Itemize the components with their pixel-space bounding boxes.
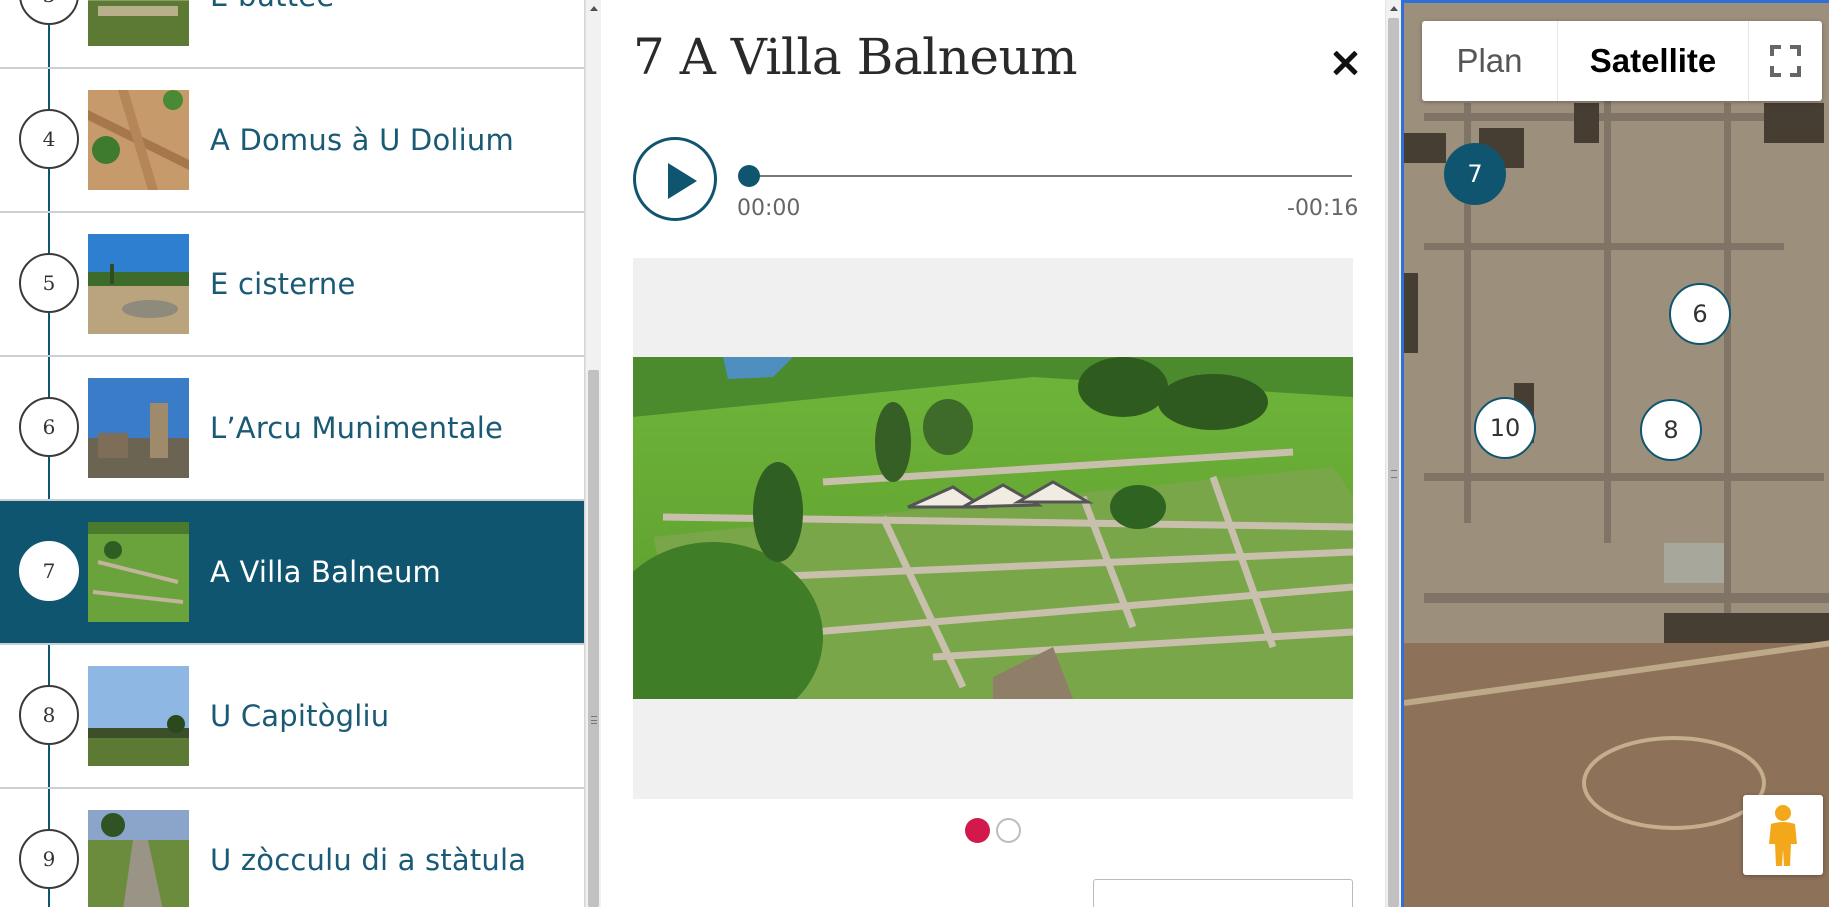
audio-elapsed-time: 00:00 — [737, 196, 801, 221]
stop-thumbnail — [88, 666, 189, 766]
audio-progress-track[interactable] — [741, 175, 1352, 177]
scroll-grip-icon — [1391, 470, 1397, 478]
street-view-pegman-icon[interactable] — [1743, 795, 1823, 875]
stop-thumbnail — [88, 378, 189, 478]
stop-row-9[interactable]: 9 U zòcculu di a stàtula — [0, 789, 584, 907]
gallery-dot-2[interactable] — [996, 818, 1021, 843]
stop-thumbnail — [88, 90, 189, 190]
audio-progress-knob[interactable] — [738, 165, 760, 187]
stop-row-6[interactable]: 6 L’Arcu Munimentale — [0, 357, 584, 501]
detail-scrollbar[interactable] — [1385, 0, 1401, 907]
stop-number-badge: 5 — [19, 253, 79, 313]
stop-label: L’Arcu Munimentale — [210, 411, 503, 445]
map-type-plan-button[interactable]: Plan — [1422, 21, 1558, 101]
fullscreen-icon[interactable] — [1748, 21, 1822, 101]
scroll-up-arrow-icon[interactable] — [1390, 6, 1398, 11]
map-marker-8[interactable]: 8 — [1640, 399, 1702, 461]
map-marker-10[interactable]: 10 — [1474, 397, 1536, 459]
list-scrollbar[interactable] — [585, 0, 601, 907]
stop-label: A Domus à U Dolium — [210, 123, 514, 157]
stop-number-badge: 7 — [19, 541, 79, 601]
stop-number-badge: 8 — [19, 685, 79, 745]
scroll-up-arrow-icon[interactable] — [590, 6, 598, 11]
detail-panel: 7 A Villa Balneum 00:00 -00:16 — [601, 0, 1385, 907]
stop-row-8[interactable]: 8 U Capitògliu — [0, 645, 584, 789]
gallery-photo — [633, 357, 1353, 699]
stop-label: E cisterne — [210, 267, 356, 301]
stop-label: U zòcculu di a stàtula — [210, 843, 527, 877]
stop-row-3[interactable]: 3 E buttee — [0, 0, 584, 69]
scroll-grip-icon — [591, 716, 597, 724]
map-marker-6[interactable]: 6 — [1669, 283, 1731, 345]
stop-row-4[interactable]: 4 A Domus à U Dolium — [0, 69, 584, 213]
stop-label: E buttee — [210, 0, 334, 13]
satellite-imagery — [1404, 3, 1829, 907]
scroll-thumb[interactable] — [1388, 18, 1399, 907]
photo-gallery[interactable] — [633, 258, 1353, 799]
partial-button[interactable] — [1093, 879, 1353, 907]
map-type-satellite-button[interactable]: Satellite — [1558, 21, 1748, 101]
play-icon — [668, 163, 697, 199]
stop-number-badge: 6 — [19, 397, 79, 457]
stop-number-badge: 3 — [19, 0, 79, 25]
stop-thumbnail — [88, 234, 189, 334]
stop-number-badge: 4 — [19, 109, 79, 169]
map-type-control: Plan Satellite — [1422, 21, 1822, 101]
audio-remaining-time: -00:16 — [1287, 196, 1359, 221]
map-marker-7[interactable]: 7 — [1444, 143, 1506, 205]
stop-list: 3 E buttee 4 A Domus à U Dolium 5 E cist… — [0, 0, 585, 907]
stop-thumbnail — [88, 810, 189, 907]
gallery-dot-1[interactable] — [965, 818, 990, 843]
play-button[interactable] — [633, 137, 717, 221]
stop-number-badge: 9 — [19, 829, 79, 889]
app-root: 3 E buttee 4 A Domus à U Dolium 5 E cist… — [0, 0, 1829, 907]
stop-thumbnail — [88, 0, 189, 46]
gallery-pagination — [965, 818, 1021, 843]
stop-label: U Capitògliu — [210, 699, 390, 733]
satellite-map[interactable]: Plan Satellite 7 6 10 8 — [1401, 0, 1829, 907]
stop-row-7[interactable]: 7 A Villa Balneum — [0, 501, 584, 645]
close-icon[interactable] — [1329, 46, 1363, 80]
stop-thumbnail — [88, 522, 189, 622]
stop-row-5[interactable]: 5 E cisterne — [0, 213, 584, 357]
stop-label: A Villa Balneum — [210, 555, 441, 589]
detail-title: 7 A Villa Balneum — [633, 28, 1078, 86]
scroll-thumb[interactable] — [588, 370, 599, 907]
